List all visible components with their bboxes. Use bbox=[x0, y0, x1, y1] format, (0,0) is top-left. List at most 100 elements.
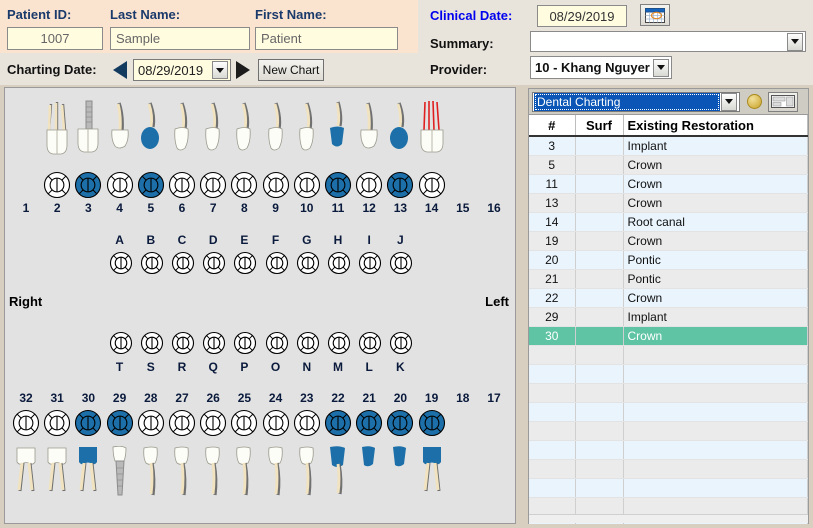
odontogram-tooth-D[interactable] bbox=[202, 251, 230, 279]
tooth-graphic-26[interactable] bbox=[200, 446, 226, 513]
tooth-graphic-11[interactable] bbox=[325, 100, 351, 167]
charting-date-dropdown-icon[interactable] bbox=[212, 61, 228, 79]
table-row-empty[interactable] bbox=[529, 421, 808, 441]
tooth-graphic-30[interactable] bbox=[75, 446, 101, 513]
provider-dropdown-icon[interactable] bbox=[653, 58, 669, 77]
tooth-graphic-14[interactable] bbox=[417, 100, 447, 167]
gold-circle-icon[interactable] bbox=[747, 94, 762, 109]
odontogram-tooth-8[interactable] bbox=[230, 171, 258, 199]
grid-scroll-area[interactable]: # Surf Existing Restoration 3 Implant 5 Cro… bbox=[529, 115, 808, 524]
table-row[interactable]: 14 Root canal bbox=[529, 212, 808, 232]
odontogram-tooth-5[interactable] bbox=[137, 171, 165, 199]
odontogram-tooth-J[interactable] bbox=[389, 251, 417, 279]
odontogram-tooth-25[interactable] bbox=[230, 409, 258, 437]
odontogram-tooth-31[interactable] bbox=[43, 409, 71, 437]
odontogram-tooth-20[interactable] bbox=[386, 409, 414, 437]
provider-select[interactable]: 10 - Khang Nguyer bbox=[530, 56, 672, 79]
tooth-graphic-28[interactable] bbox=[138, 446, 164, 513]
column-header-restoration[interactable]: Existing Restoration bbox=[623, 115, 808, 137]
table-row[interactable]: 11 Crown bbox=[529, 174, 808, 194]
odontogram-tooth-11[interactable] bbox=[324, 171, 352, 199]
tooth-graphic-6[interactable] bbox=[169, 100, 195, 167]
table-row[interactable]: 29 Implant bbox=[529, 307, 808, 327]
odontogram-tooth-I[interactable] bbox=[358, 251, 386, 279]
tooth-graphic-31[interactable] bbox=[44, 446, 70, 513]
odontogram-tooth-4[interactable] bbox=[106, 171, 134, 199]
odontogram-tooth-24[interactable] bbox=[262, 409, 290, 437]
tooth-graphic-27[interactable] bbox=[169, 446, 195, 513]
summary-dropdown-icon[interactable] bbox=[787, 32, 803, 51]
odontogram-tooth-M[interactable] bbox=[327, 331, 355, 359]
table-row[interactable]: 5 Crown bbox=[529, 155, 808, 175]
tooth-graphic-5[interactable] bbox=[138, 100, 164, 167]
odontogram-tooth-19[interactable] bbox=[418, 409, 446, 437]
table-row[interactable]: 3 Implant bbox=[529, 136, 808, 156]
odontogram-tooth-2[interactable] bbox=[43, 171, 71, 199]
odontogram-tooth-H[interactable] bbox=[327, 251, 355, 279]
odontogram-tooth-F[interactable] bbox=[265, 251, 293, 279]
table-row-empty[interactable] bbox=[529, 459, 808, 479]
odontogram-tooth-13[interactable] bbox=[386, 171, 414, 199]
odontogram-tooth-9[interactable] bbox=[262, 171, 290, 199]
new-chart-button[interactable]: New Chart bbox=[258, 59, 324, 81]
odontogram-tooth-G[interactable] bbox=[296, 251, 324, 279]
odontogram-tooth-21[interactable] bbox=[355, 409, 383, 437]
table-row[interactable]: 21 Pontic bbox=[529, 269, 808, 289]
odontogram-tooth-27[interactable] bbox=[168, 409, 196, 437]
window-layout-icon[interactable] bbox=[768, 91, 798, 112]
odontogram-tooth-P[interactable] bbox=[233, 331, 261, 359]
odontogram-tooth-30[interactable] bbox=[74, 409, 102, 437]
tooth-graphic-24[interactable] bbox=[263, 446, 289, 513]
odontogram-tooth-B[interactable] bbox=[140, 251, 168, 279]
odontogram-tooth-Q[interactable] bbox=[202, 331, 230, 359]
tooth-graphic-22[interactable] bbox=[325, 446, 351, 513]
table-row-empty[interactable] bbox=[529, 345, 808, 365]
tooth-graphic-7[interactable] bbox=[200, 100, 226, 167]
patient-id-field[interactable]: 1007 bbox=[7, 27, 103, 50]
table-row-empty[interactable] bbox=[529, 478, 808, 498]
tooth-graphic-3[interactable] bbox=[75, 100, 101, 167]
odontogram-tooth-O[interactable] bbox=[265, 331, 293, 359]
odontogram-tooth-L[interactable] bbox=[358, 331, 386, 359]
table-row[interactable]: 19 Crown bbox=[529, 231, 808, 251]
odontogram-panel[interactable]: Right Left 1 2 3 4 5 6 7 8 9 10 11 12 13 14 15 16 32 31 30… bbox=[4, 87, 516, 524]
tooth-graphic-10[interactable] bbox=[294, 100, 320, 167]
odontogram-tooth-28[interactable] bbox=[137, 409, 165, 437]
odontogram-tooth-7[interactable] bbox=[199, 171, 227, 199]
tooth-graphic-2[interactable] bbox=[44, 100, 70, 167]
tooth-graphic-25[interactable] bbox=[231, 446, 257, 513]
summary-select[interactable] bbox=[530, 31, 806, 52]
last-name-field[interactable]: Sample bbox=[110, 27, 250, 50]
calendar-button[interactable] bbox=[640, 4, 670, 26]
tooth-graphic-21[interactable] bbox=[356, 446, 382, 513]
odontogram-tooth-29[interactable] bbox=[106, 409, 134, 437]
tooth-graphic-4[interactable] bbox=[107, 100, 133, 167]
column-header-number[interactable]: # bbox=[529, 115, 576, 137]
odontogram-tooth-E[interactable] bbox=[233, 251, 261, 279]
odontogram-tooth-14[interactable] bbox=[418, 171, 446, 199]
table-row-empty[interactable] bbox=[529, 440, 808, 460]
tooth-graphic-12[interactable] bbox=[356, 100, 382, 167]
clinical-date-field[interactable]: 08/29/2019 bbox=[537, 5, 627, 27]
table-row[interactable]: 20 Pontic bbox=[529, 250, 808, 270]
table-row[interactable]: 22 Crown bbox=[529, 288, 808, 308]
table-row-empty[interactable] bbox=[529, 383, 808, 403]
tooth-graphic-29[interactable] bbox=[107, 445, 133, 513]
odontogram-tooth-6[interactable] bbox=[168, 171, 196, 199]
tooth-graphic-23[interactable] bbox=[294, 446, 320, 513]
tooth-graphic-32[interactable] bbox=[13, 446, 39, 513]
chart-mode-combo[interactable]: Dental Charting bbox=[532, 91, 740, 112]
tooth-graphic-9[interactable] bbox=[263, 100, 289, 167]
tooth-graphic-8[interactable] bbox=[231, 100, 257, 167]
odontogram-tooth-10[interactable] bbox=[293, 171, 321, 199]
odontogram-tooth-23[interactable] bbox=[293, 409, 321, 437]
odontogram-tooth-R[interactable] bbox=[171, 331, 199, 359]
odontogram-tooth-22[interactable] bbox=[324, 409, 352, 437]
table-row-empty[interactable] bbox=[529, 364, 808, 384]
odontogram-tooth-A[interactable] bbox=[109, 251, 137, 279]
odontogram-tooth-N[interactable] bbox=[296, 331, 324, 359]
odontogram-tooth-12[interactable] bbox=[355, 171, 383, 199]
column-header-surface[interactable]: Surf bbox=[575, 115, 624, 137]
next-chart-arrow-icon[interactable] bbox=[236, 61, 250, 79]
odontogram-tooth-26[interactable] bbox=[199, 409, 227, 437]
